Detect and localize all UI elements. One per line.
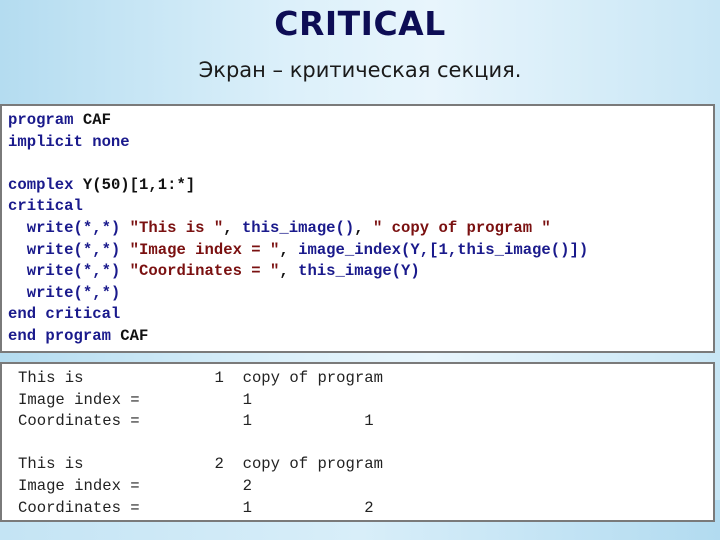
code-keyword: write(*,*) xyxy=(8,262,130,281)
code-string: " copy of program " xyxy=(372,218,551,237)
code-keyword: program xyxy=(8,111,83,129)
code-line: end critical xyxy=(8,304,713,326)
code-line: write(*,*) xyxy=(8,283,713,305)
output-line: This is 2 copy of program xyxy=(18,455,383,474)
code-keyword: write(*,*) xyxy=(8,240,130,259)
code-line: write(*,*) "Image index = ", image_index… xyxy=(8,240,713,262)
code-keyword: this_image(Y) xyxy=(298,262,420,281)
code-identifier: CAF xyxy=(120,326,149,345)
code-keyword: write(*,*) xyxy=(8,283,121,302)
output-line: Image index = 1 xyxy=(18,390,252,409)
code-keyword: complex xyxy=(8,175,83,194)
code-string: "Coordinates = " xyxy=(129,262,280,281)
code-identifier: CAF xyxy=(82,111,111,129)
code-keyword: write(*,*) xyxy=(8,218,130,237)
code-keyword: end program xyxy=(8,326,121,345)
code-identifier: , xyxy=(279,240,299,259)
output-line: Coordinates = 1 1 xyxy=(18,412,374,431)
code-line: write(*,*) "This is ", this_image(), " c… xyxy=(8,218,713,240)
code-identifier: Y(50)[1,1:*] xyxy=(82,175,196,194)
code-identifier: , xyxy=(279,262,299,281)
output-line: This is 1 copy of program xyxy=(18,369,383,387)
code-keyword: critical xyxy=(8,197,83,216)
code-line: implicit none xyxy=(8,132,713,154)
code-keyword: implicit none xyxy=(8,132,130,151)
code-keyword: image_index(Y,[1,this_image()]) xyxy=(298,240,589,259)
code-string: "This is " xyxy=(129,218,224,237)
output-line: Image index = 2 xyxy=(18,476,252,495)
code-line: complex Y(50)[1,1:*] xyxy=(8,175,713,197)
code-listing: program CAF implicit none complex Y(50)[1,… xyxy=(0,104,715,353)
slide-subtitle: Экран – критическая секция. xyxy=(198,58,522,82)
code-identifier: , xyxy=(223,218,242,237)
program-output: This is 1 copy of program Image index = 1… xyxy=(0,362,715,522)
output-line: Coordinates = 1 2 xyxy=(18,498,374,517)
code-line: critical xyxy=(8,196,713,218)
code-line: write(*,*) "Coordinates = ", this_image(… xyxy=(8,261,713,283)
code-keyword: end critical xyxy=(8,305,121,324)
slide-title: CRITICAL xyxy=(274,4,446,43)
code-string: "Image index = " xyxy=(129,240,280,259)
code-keyword: this_image() xyxy=(241,218,355,237)
code-line: program CAF xyxy=(8,110,713,132)
code-line: end program CAF xyxy=(8,326,713,348)
code-identifier: , xyxy=(354,218,373,237)
